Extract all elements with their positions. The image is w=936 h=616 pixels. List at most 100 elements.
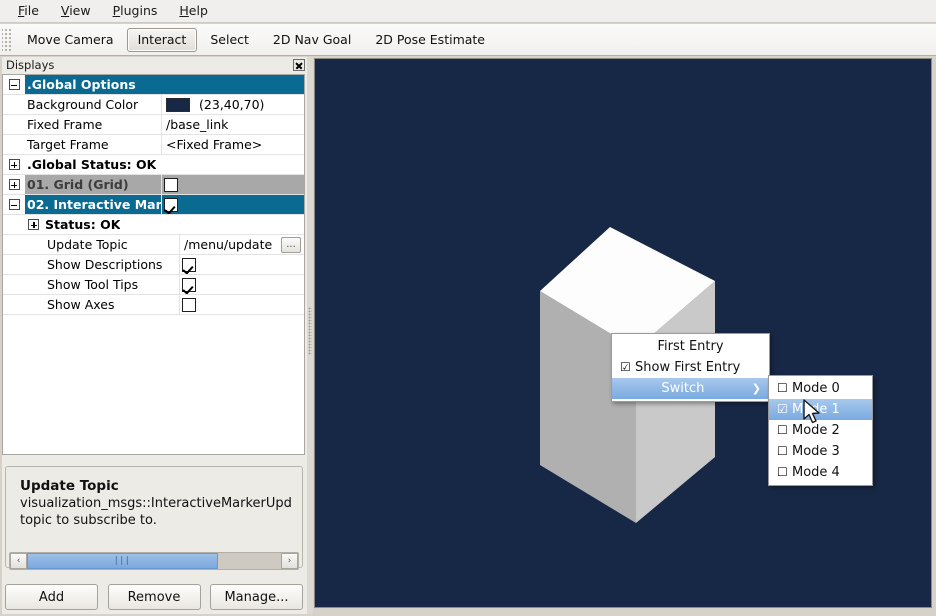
menu-file[interactable]: File (7, 1, 50, 21)
scroll-right-arrow-icon[interactable]: › (281, 553, 298, 569)
tree-row-show-tool-tips[interactable]: Show Tool Tips (3, 275, 304, 295)
submenu-item-mode-3[interactable]: ☐Mode 3 (769, 441, 872, 462)
tree-row-background-color[interactable]: Background Color(23,40,70) (3, 95, 304, 115)
help-line-1: visualization_msgs::InteractiveMarkerUpd (20, 495, 292, 512)
tool-move-camera[interactable]: Move Camera (16, 28, 125, 52)
tree-row-value[interactable] (179, 255, 304, 274)
splitter-grip[interactable] (308, 307, 312, 355)
checkbox-checked-icon[interactable] (164, 198, 178, 212)
tree-gutter (3, 95, 25, 114)
tree-row-value[interactable]: <Fixed Frame> (161, 135, 304, 154)
tree-row-status[interactable]: Status: OK (3, 215, 304, 235)
help-title: Update Topic (20, 477, 292, 495)
expand-icon[interactable] (9, 179, 20, 190)
tool-interact[interactable]: Interact (127, 28, 198, 52)
submenu-arrow-icon: ❯ (752, 378, 761, 399)
tree-gutter (3, 235, 43, 254)
tree-row-label: 01. Grid (Grid) (25, 175, 161, 194)
menu-unchecked-icon: ☐ (777, 441, 792, 462)
menu-unchecked-icon: ☐ (777, 420, 792, 441)
submenu-item-mode-0[interactable]: ☐Mode 0 (769, 378, 872, 399)
context-menu[interactable]: First Entry☑Show First EntrySwitch ❯ (611, 333, 770, 402)
menu-plugins[interactable]: Plugins (102, 1, 169, 21)
help-horizontal-scrollbar[interactable]: ‹ ∣∣∣ › (9, 552, 299, 570)
tool-2d-nav-goal[interactable]: 2D Nav Goal (262, 28, 362, 52)
toolbar-drag-handle[interactable] (2, 27, 11, 53)
manage-button[interactable]: Manage... (210, 584, 303, 610)
menu-item-label: Show First Entry (635, 357, 761, 378)
tree-row-label: Show Descriptions (43, 255, 179, 274)
displays-panel-title-bar: Displays (2, 57, 307, 73)
tree-row-value[interactable] (161, 195, 304, 214)
menu-item-label: Mode 3 (792, 441, 864, 462)
displays-panel-title: Displays (6, 59, 293, 71)
menu-item-first-entry[interactable]: First Entry (612, 336, 769, 357)
tree-row-label: Show Tool Tips (43, 275, 179, 294)
tree-row-label: .Global Status: OK (25, 155, 156, 174)
checkbox-unchecked-icon[interactable] (164, 178, 178, 192)
tree-row-target-frame[interactable]: Target Frame<Fixed Frame> (3, 135, 304, 155)
mouse-pointer-icon (803, 399, 821, 425)
remove-button[interactable]: Remove (108, 584, 201, 610)
scrollbar-track[interactable]: ∣∣∣ (27, 553, 281, 569)
tree-row-value[interactable]: (23,40,70) (161, 95, 304, 114)
tree-gutter (3, 115, 25, 134)
tree-row-value[interactable] (179, 275, 304, 294)
menu-item-label: First Entry (620, 336, 761, 357)
scroll-left-arrow-icon[interactable]: ‹ (10, 553, 27, 569)
tree-row-value[interactable]: /base_link (161, 115, 304, 134)
property-tree[interactable]: .Global OptionsBackground Color(23,40,70… (2, 74, 305, 455)
close-icon[interactable] (293, 59, 305, 71)
topic-value-text: /menu/update (184, 237, 281, 252)
collapse-icon[interactable] (9, 199, 20, 210)
context-submenu[interactable]: ☐Mode 0☑Mode 1☐Mode 2☐Mode 3☐Mode 4 (768, 375, 873, 486)
checkbox-unchecked-icon[interactable] (182, 298, 196, 312)
rviz-window: FileViewPluginsHelp Move CameraInteractS… (0, 0, 936, 616)
tree-row-label: 02. Interactive Mar (25, 195, 161, 214)
tree-row-update-topic[interactable]: Update Topic/menu/update... (3, 235, 304, 255)
tree-gutter (3, 215, 43, 234)
vertical-splitter[interactable] (307, 57, 313, 614)
tree-row-label: Update Topic (43, 235, 179, 254)
menu-item-label: Mode 0 (792, 378, 864, 399)
submenu-item-mode-4[interactable]: ☐Mode 4 (769, 462, 872, 483)
tree-gutter (3, 275, 43, 294)
tree-gutter (3, 155, 25, 174)
tree-row-interactive-markers[interactable]: 02. Interactive Mar (3, 195, 304, 215)
tree-row-fixed-frame[interactable]: Fixed Frame/base_link (3, 115, 304, 135)
tree-row-value[interactable] (161, 175, 304, 194)
tree-gutter (3, 255, 43, 274)
tree-row-label: Show Axes (43, 295, 179, 314)
browse-topic-button[interactable]: ... (281, 237, 301, 253)
menu-item-switch[interactable]: Switch ❯ (612, 378, 769, 399)
menu-item-label: Switch (620, 378, 746, 399)
tree-row-grid[interactable]: 01. Grid (Grid) (3, 175, 304, 195)
tree-gutter (3, 295, 43, 314)
tree-row-value[interactable] (179, 295, 304, 314)
color-swatch[interactable] (166, 98, 190, 112)
menu-help[interactable]: Help (168, 1, 219, 21)
menu-item-show-first-entry[interactable]: ☑Show First Entry (612, 357, 769, 378)
tree-row-value[interactable]: /menu/update... (179, 235, 304, 254)
value-text: <Fixed Frame> (166, 137, 262, 152)
tree-row-show-descriptions[interactable]: Show Descriptions (3, 255, 304, 275)
tool-2d-pose-estimate[interactable]: 2D Pose Estimate (364, 28, 496, 52)
scrollbar-thumb[interactable]: ∣∣∣ (27, 553, 218, 569)
expand-icon[interactable] (28, 219, 39, 230)
menu-checked-icon: ☑ (777, 399, 792, 420)
tree-row-label: Background Color (25, 95, 161, 114)
tree-row-global-options[interactable]: .Global Options (3, 75, 304, 95)
checkbox-checked-icon[interactable] (182, 278, 196, 292)
add-button[interactable]: Add (5, 584, 98, 610)
tool-select[interactable]: Select (199, 28, 260, 52)
tree-gutter (3, 75, 25, 94)
tree-gutter (3, 195, 25, 214)
menu-item-label: Mode 4 (792, 462, 864, 483)
tree-row-label: Fixed Frame (25, 115, 161, 134)
checkbox-checked-icon[interactable] (182, 258, 196, 272)
menu-view[interactable]: View (50, 1, 102, 21)
collapse-icon[interactable] (9, 79, 20, 90)
expand-icon[interactable] (9, 159, 20, 170)
tree-row-show-axes[interactable]: Show Axes (3, 295, 304, 315)
tree-row-global-status[interactable]: .Global Status: OK (3, 155, 304, 175)
